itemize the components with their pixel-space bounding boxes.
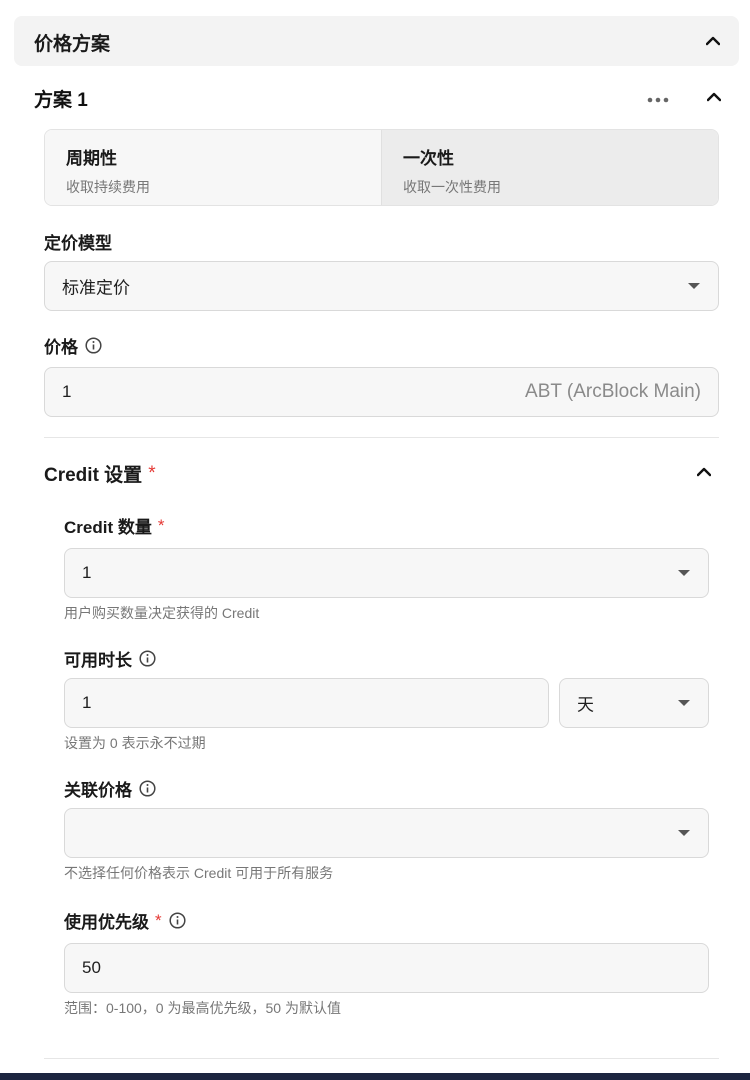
linked-price-select[interactable]: [64, 808, 709, 858]
price-currency: ABT (ArcBlock Main): [525, 381, 701, 402]
credit-quantity-label: Credit 数量 *: [64, 513, 164, 538]
required-mark: *: [148, 462, 156, 484]
duration-label-text: 可用时长: [64, 651, 132, 670]
duration-input[interactable]: 1: [64, 678, 549, 728]
price-input[interactable]: 1 ABT (ArcBlock Main): [44, 367, 719, 417]
priority-value: 50: [82, 958, 101, 977]
duration-unit-select[interactable]: 天: [559, 678, 709, 728]
price-label: 价格: [44, 333, 102, 358]
required-mark: *: [157, 515, 165, 535]
info-icon[interactable]: [169, 912, 186, 929]
pricing-model-label-text: 定价模型: [44, 234, 112, 253]
priority-label-text: 使用优先级: [64, 913, 149, 932]
bottom-bar: [0, 1073, 750, 1080]
linked-price-label-text: 关联价格: [64, 781, 132, 800]
pricing-model-value: 标准定价: [62, 278, 130, 298]
billing-option-subtitle: 收取一次性费用: [403, 179, 501, 195]
dropdown-arrow-icon: [688, 283, 700, 289]
credit-quantity-label-text: Credit 数量: [64, 518, 152, 537]
chevron-up-icon[interactable]: [706, 36, 720, 46]
billing-type-toggle: 周期性 收取持续费用 一次性 收取一次性费用: [44, 129, 719, 206]
duration-value: 1: [82, 693, 92, 712]
dropdown-arrow-icon: [678, 830, 690, 836]
credit-quantity-value: 1: [82, 563, 92, 582]
pricing-model-select[interactable]: 标准定价: [44, 261, 719, 311]
dropdown-arrow-icon: [678, 570, 690, 576]
pricing-section-header[interactable]: 价格方案: [14, 16, 739, 66]
billing-option-subtitle: 收取持续费用: [66, 179, 150, 195]
price-value: 1: [62, 382, 72, 401]
required-mark: *: [155, 910, 162, 930]
info-icon[interactable]: [85, 337, 102, 354]
plan-title: 方案 1: [34, 90, 88, 111]
duration-helper: 设置为 0 表示永不过期: [64, 735, 206, 751]
plan-chevron-up-icon[interactable]: [707, 92, 721, 102]
duration-unit-value: 天: [577, 695, 594, 715]
billing-option-recurring[interactable]: 周期性 收取持续费用: [45, 130, 382, 205]
credit-quantity-helper: 用户购买数量决定获得的 Credit: [64, 605, 260, 621]
duration-label: 可用时长: [64, 646, 156, 671]
more-options-icon[interactable]: [646, 92, 670, 103]
linked-price-label: 关联价格: [64, 776, 156, 801]
pricing-model-label: 定价模型: [44, 229, 112, 254]
billing-option-title: 一次性: [403, 149, 454, 168]
priority-helper: 范围：0-100，0 为最高优先级，50 为默认值: [64, 1000, 341, 1016]
linked-price-helper: 不选择任何价格表示 Credit 可用于所有服务: [64, 865, 334, 881]
divider: [44, 437, 719, 438]
credit-chevron-up-icon[interactable]: [697, 467, 711, 477]
info-icon[interactable]: [139, 650, 156, 667]
priority-input[interactable]: 50: [64, 943, 709, 993]
section-title: 价格方案: [34, 34, 111, 55]
info-icon[interactable]: [139, 780, 156, 797]
billing-option-title: 周期性: [66, 149, 117, 168]
dropdown-arrow-icon: [678, 700, 690, 706]
billing-option-one-time[interactable]: 一次性 收取一次性费用: [382, 130, 718, 205]
credit-quantity-select[interactable]: 1: [64, 548, 709, 598]
credit-settings-title-text: Credit 设置: [44, 465, 143, 486]
credit-settings-title: Credit 设置 *: [44, 460, 156, 487]
priority-label: 使用优先级 *: [64, 908, 186, 933]
divider: [44, 1058, 719, 1059]
price-label-text: 价格: [44, 338, 78, 357]
